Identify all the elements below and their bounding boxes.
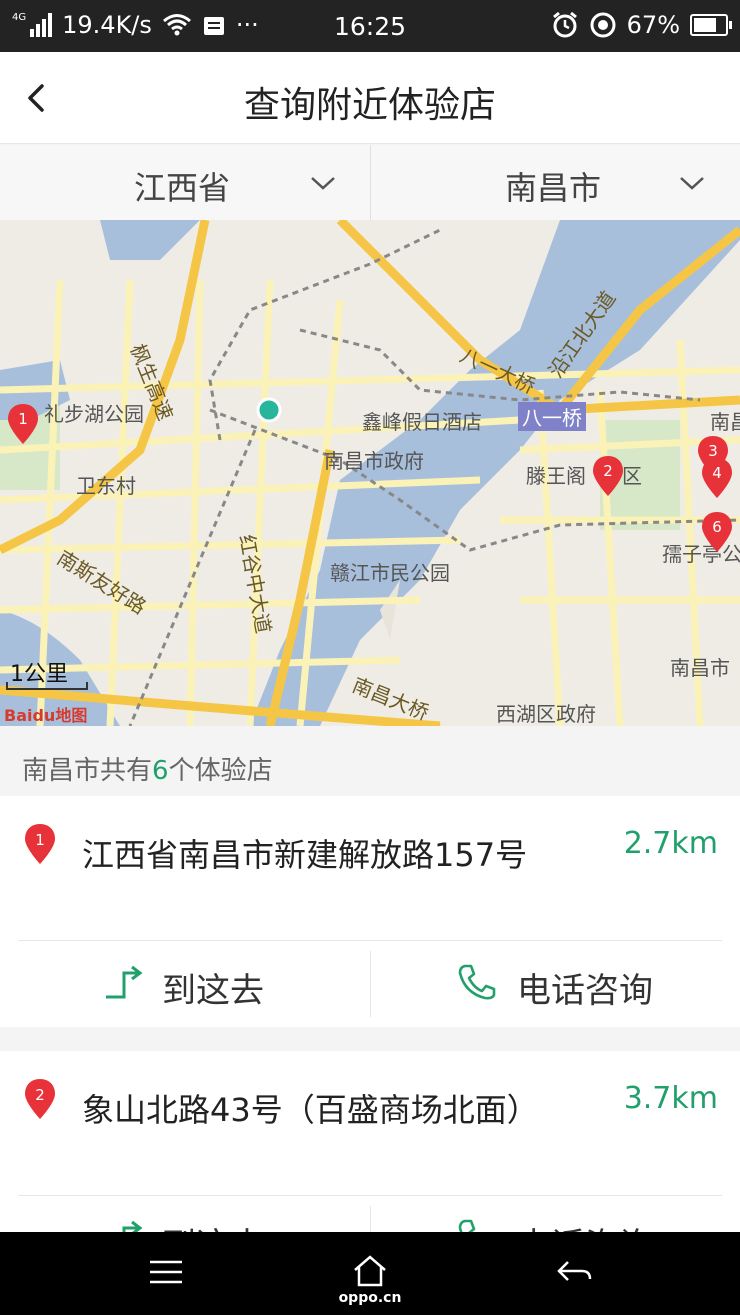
svg-text:2: 2: [35, 1086, 45, 1104]
province-label: 江西省: [134, 169, 231, 207]
summary-prefix: 南昌市共有: [22, 756, 153, 786]
poi-lake-park: 礼步湖公园: [44, 402, 144, 426]
alarm-icon: [552, 11, 577, 38]
call-label: 电话咨询: [517, 971, 653, 1011]
store-marker-4[interactable]: 4: [702, 458, 732, 498]
current-location-dot: [256, 397, 282, 423]
svg-text:4: 4: [712, 464, 722, 482]
city-dropdown[interactable]: 南昌市: [370, 145, 740, 220]
province-dropdown[interactable]: 江西省: [0, 145, 369, 220]
svg-text:6: 6: [712, 518, 722, 536]
svg-text:2: 2: [603, 462, 613, 480]
poi-bayi-bridge: 八一桥: [518, 402, 586, 431]
store-card: 1 江西省南昌市新建解放路157号 2.7km 到这去 电话咨询: [0, 796, 740, 1027]
store-count: 6: [152, 756, 169, 786]
phone-icon: [458, 1219, 476, 1232]
poi-tengwang: 滕王阁: [526, 464, 586, 488]
home-icon[interactable]: [352, 1254, 388, 1288]
store-actions: 到这去 电话咨询: [0, 1196, 740, 1232]
navigate-button[interactable]: 到这去: [0, 1196, 370, 1232]
call-button[interactable]: 电话咨询: [370, 1206, 740, 1232]
poi-district: 区: [622, 464, 642, 488]
chevron-down-icon: [311, 177, 335, 190]
chevron-down-icon: [680, 177, 704, 190]
poi-xihu-gov: 西湖区政府: [496, 702, 596, 726]
store-pin-icon: 2: [25, 1079, 55, 1119]
store-map[interactable]: 礼步湖公园 卫东村 南斯友好路 枫生高速 红谷中大道 赣江市民公园 鑫峰假日酒店…: [0, 220, 740, 726]
store-marker-2[interactable]: 2: [593, 456, 623, 496]
watermark: oppo.cn: [338, 1290, 402, 1306]
store-card: 2 象山北路43号（百盛商场北面） 3.7km 到这去 电话咨询: [0, 1051, 740, 1232]
navigate-label: 到这去: [162, 971, 264, 1011]
poi-nanchang-gov: 南昌市政府: [324, 449, 424, 473]
page-title: 查询附近体验店: [243, 85, 496, 126]
svg-text:1: 1: [35, 831, 45, 849]
region-filter-bar: 江西省 南昌市: [0, 145, 740, 221]
poi-edge: 南昌: [710, 410, 740, 434]
poi-ganjiang-park: 赣江市民公园: [330, 561, 450, 585]
system-nav-bar: oppo.cn: [0, 1232, 740, 1315]
store-count-summary: 南昌市共有6个体验店: [0, 726, 740, 794]
back-icon[interactable]: [556, 1258, 594, 1286]
store-distance: 2.7km: [623, 826, 718, 861]
baidu-map-logo: Baidu地图: [4, 706, 88, 725]
battery-icon: [690, 14, 732, 36]
city-label: 南昌市: [505, 169, 602, 207]
summary-suffix: 个体验店: [168, 756, 273, 786]
menu-icon[interactable]: [148, 1258, 184, 1286]
app-header: 查询附近体验店: [0, 52, 740, 144]
store-address: 象山北路43号（百盛商场北面）: [82, 1091, 539, 1129]
poi-hospital: 南昌市: [670, 656, 730, 680]
navigate-label: 到这去: [162, 1218, 264, 1232]
svg-text:1: 1: [18, 410, 28, 428]
call-button[interactable]: 电话咨询: [370, 951, 740, 1017]
store-marker-6[interactable]: 6: [702, 512, 732, 552]
phone-icon: [458, 964, 496, 1000]
store-actions: 到这去 电话咨询: [0, 941, 740, 1027]
poi-weidong: 卫东村: [76, 474, 136, 498]
route-arrow-icon: [106, 965, 143, 999]
store-marker-1[interactable]: 1: [8, 404, 38, 444]
battery-percent: 67%: [626, 11, 680, 39]
location-service-icon: [590, 12, 616, 38]
store-pin-icon: 1: [25, 824, 55, 864]
map-scale-bar: [6, 682, 88, 690]
poi-xinfeng-hotel: 鑫峰假日酒店: [362, 410, 482, 434]
navigate-button[interactable]: 到这去: [0, 941, 370, 1027]
store-address: 江西省南昌市新建解放路157号: [82, 836, 528, 874]
route-arrow-icon: [122, 1220, 143, 1232]
status-bar: 4G 19.4K/s ··· 16:25 67%: [0, 0, 740, 52]
call-label: 电话咨询: [517, 1218, 653, 1232]
store-distance: 3.7km: [623, 1081, 718, 1116]
